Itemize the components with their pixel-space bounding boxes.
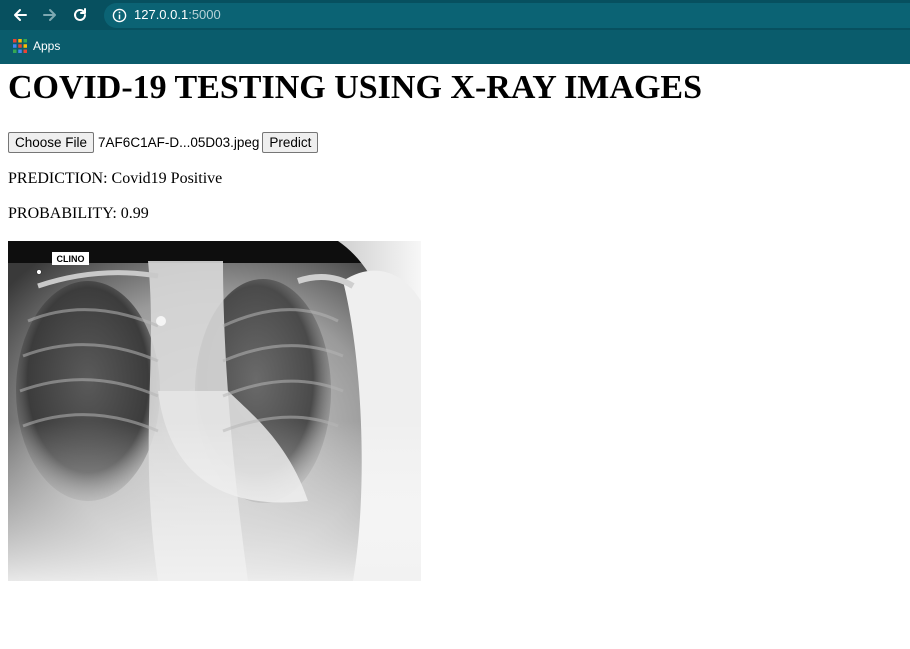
predict-button[interactable]: Predict — [262, 131, 319, 153]
apps-grid-icon — [13, 39, 27, 53]
xray-drawing: CLINO — [8, 241, 421, 581]
forward-button[interactable] — [40, 5, 60, 25]
xray-marker-label: CLINO — [57, 254, 85, 264]
xray-image: CLINO — [8, 241, 421, 581]
back-arrow-icon — [14, 9, 27, 21]
page-title: COVID-19 TESTING USING X-RAY IMAGES — [8, 69, 702, 106]
probability-result: PROBABILITY: 0.99 — [8, 205, 149, 222]
url-port: :5000 — [188, 7, 221, 22]
forward-arrow-icon — [43, 9, 56, 21]
reload-button[interactable] — [70, 5, 90, 25]
omnibox[interactable]: 127.0.0.1:5000 — [104, 3, 910, 28]
info-icon — [112, 8, 127, 23]
bookmark-apps-label: Apps — [33, 39, 61, 53]
bookmark-apps[interactable]: Apps — [13, 39, 60, 53]
back-button[interactable] — [10, 5, 30, 25]
browser-chrome: 127.0.0.1:5000 Apps — [0, 0, 910, 64]
choose-file-button[interactable]: Choose File — [8, 131, 95, 153]
reload-icon — [74, 8, 86, 21]
bookmarks-bar: Apps — [0, 33, 60, 59]
selected-file-name: 7AF6C1AF-D...05D03.jpeg — [98, 134, 260, 150]
prediction-result: PREDICTION: Covid19 Positive — [8, 170, 223, 187]
upload-form: Choose File 7AF6C1AF-D...05D03.jpeg Pred… — [8, 131, 319, 153]
url-host: 127.0.0.1 — [134, 7, 189, 22]
url-text: 127.0.0.1:5000 — [134, 7, 221, 22]
address-bar-row: 127.0.0.1:5000 — [0, 0, 910, 30]
